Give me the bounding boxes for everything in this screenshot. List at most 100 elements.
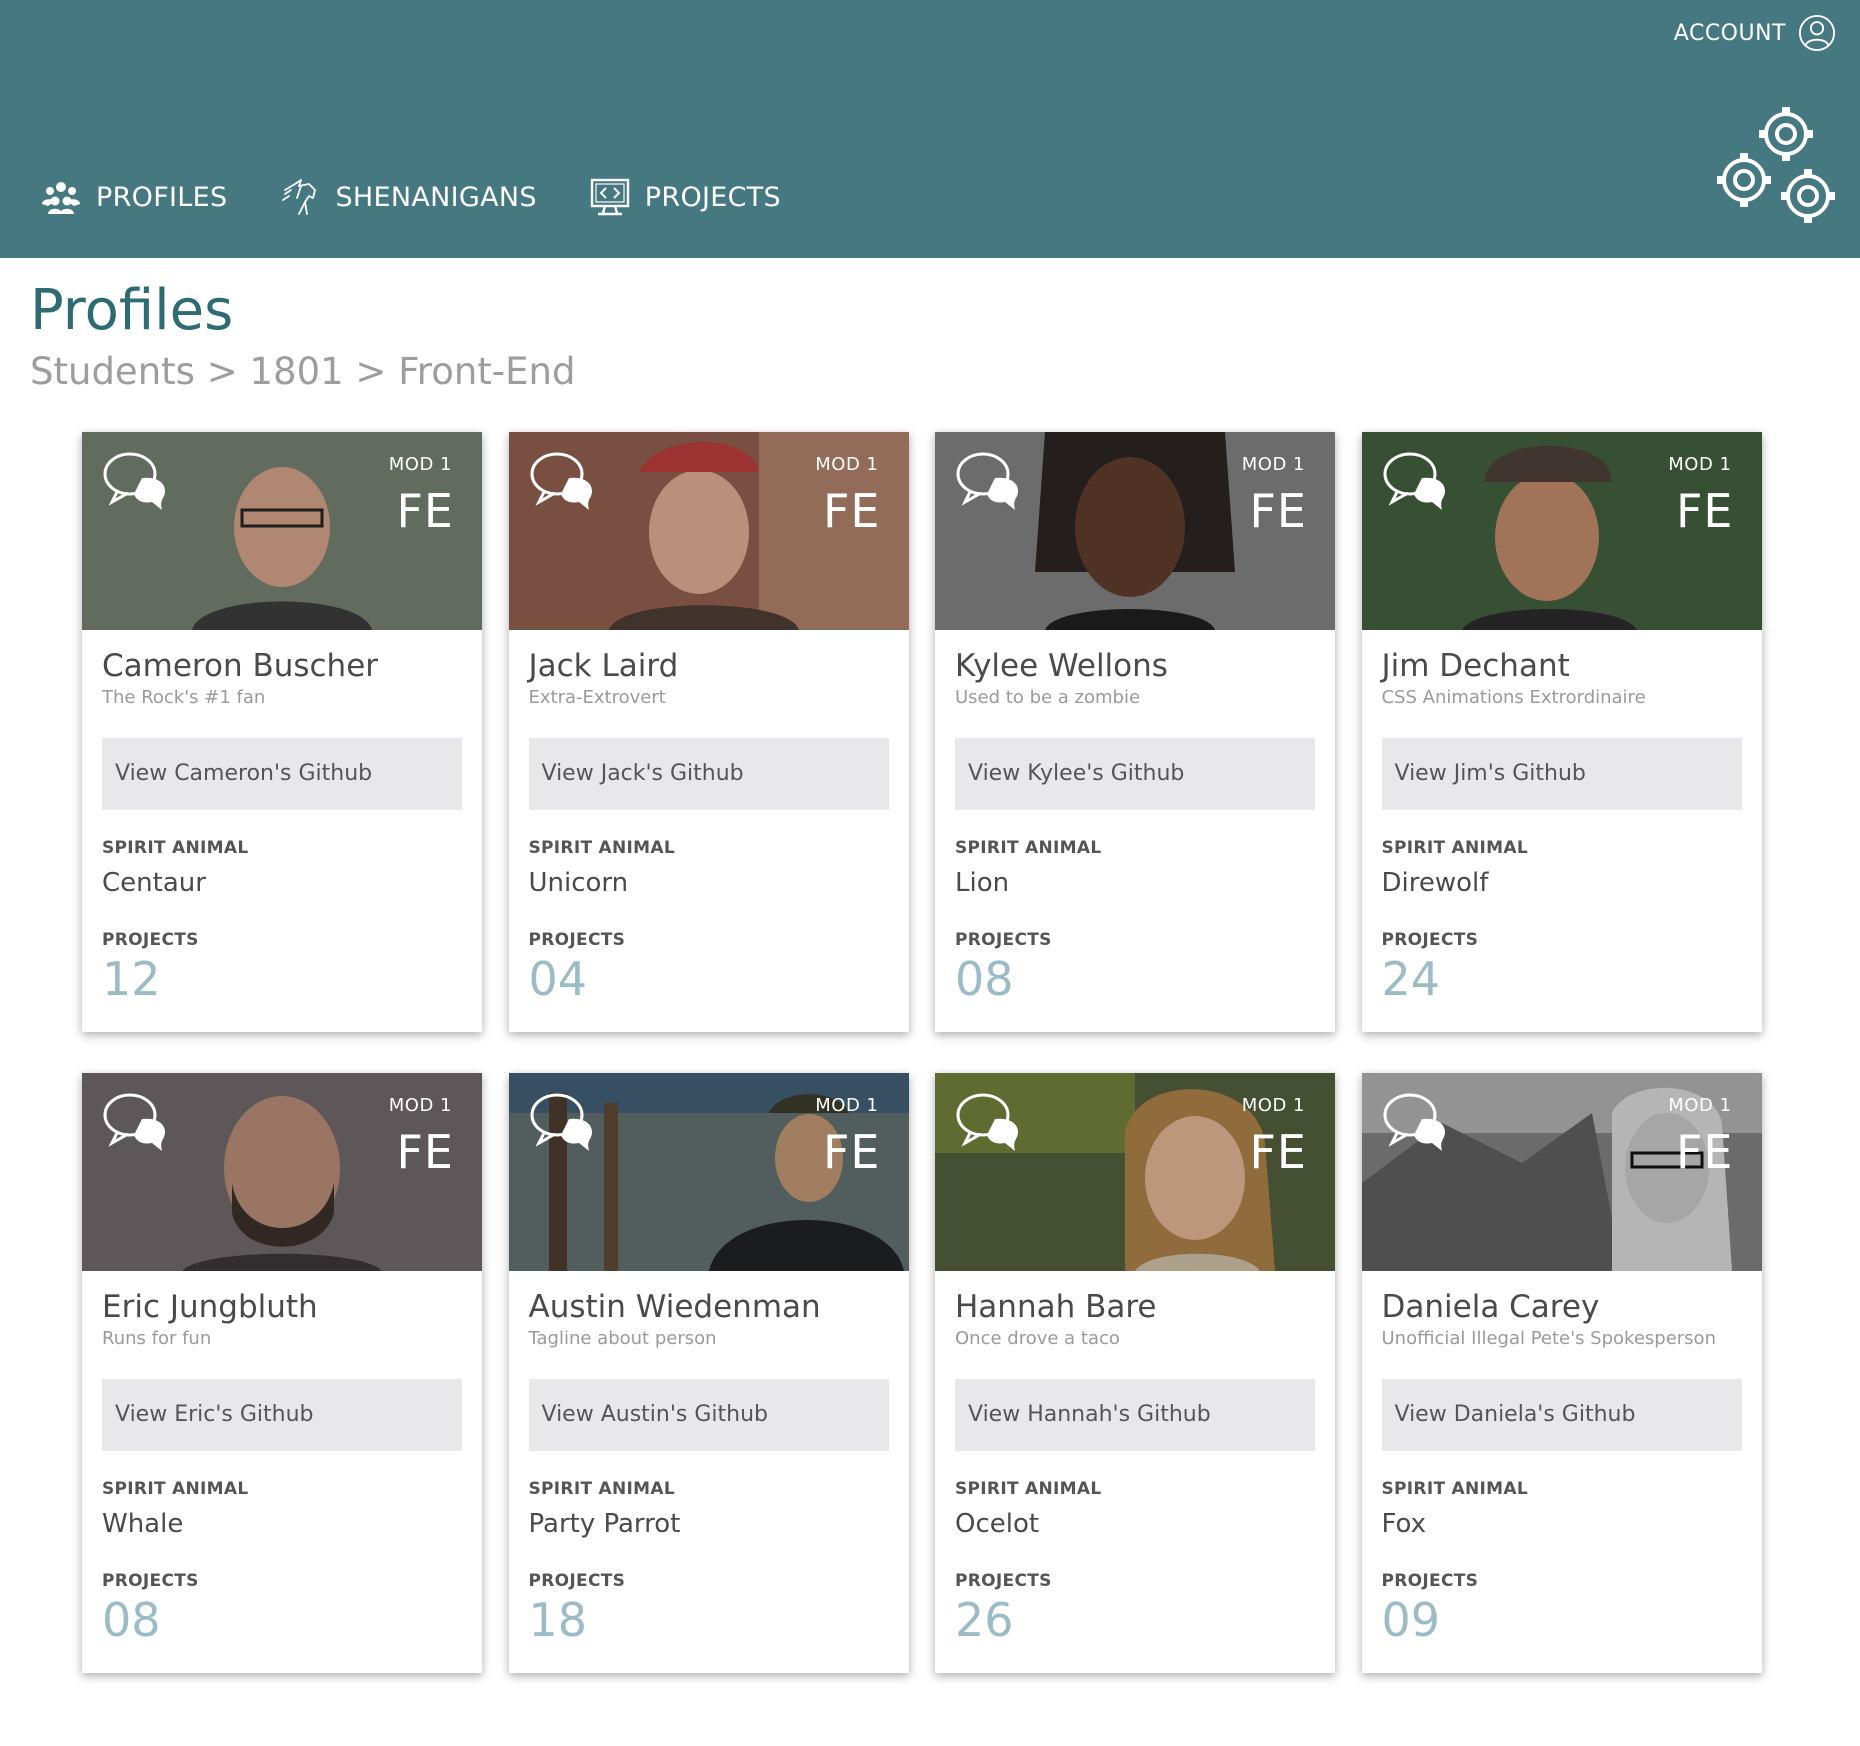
profile-info: Kylee Wellons Used to be a zombie View K… xyxy=(935,630,1335,1002)
nav-shenanigans-label: SHENANIGANS xyxy=(335,181,537,213)
track-badge: FE xyxy=(1249,1125,1307,1179)
breadcrumb-students[interactable]: Students xyxy=(30,350,195,393)
github-button[interactable]: View Cameron's Github xyxy=(102,738,462,811)
main-nav: PROFILES SHENANIGANS PROJECTS xyxy=(40,176,781,218)
module-badge: MOD 1 xyxy=(1241,454,1305,475)
projects-label: PROJECTS xyxy=(528,1571,626,1592)
profile-info: Cameron Buscher The Rock's #1 fan View C… xyxy=(82,630,482,1002)
profile-name: Cameron Buscher xyxy=(102,648,379,684)
projects-count: 04 xyxy=(528,952,588,1007)
account-button[interactable]: ACCOUNT xyxy=(1674,14,1836,52)
people-icon xyxy=(42,182,80,214)
profile-name: Jack Laird xyxy=(528,648,679,684)
track-badge: FE xyxy=(1675,484,1734,538)
nav-projects[interactable]: PROJECTS xyxy=(589,176,781,218)
chat-bubbles-icon[interactable] xyxy=(1382,450,1450,512)
module-badge: MOD 1 xyxy=(1241,1095,1305,1116)
profile-photo: MOD 1 FE xyxy=(935,1073,1335,1271)
projects-count: 26 xyxy=(955,1593,1014,1648)
module-badge: MOD 1 xyxy=(815,454,879,475)
profile-tagline: Extra-Extrovert xyxy=(528,687,666,709)
spirit-animal-label: SPIRIT ANIMAL xyxy=(955,1479,1102,1500)
profile-tagline: Unofficial Illegal Pete's Spokesperson xyxy=(1381,1328,1716,1350)
chat-bubbles-icon[interactable] xyxy=(529,450,597,512)
spirit-animal-value: Party Parrot xyxy=(528,1509,681,1540)
projects-label: PROJECTS xyxy=(955,930,1052,951)
nav-shenanigans[interactable]: SHENANIGANS xyxy=(279,176,536,218)
profile-photo: MOD 1 FE xyxy=(508,1073,909,1271)
profile-card: MOD 1 FE Cameron Buscher The Rock's #1 f… xyxy=(82,432,482,1032)
profile-info: Hannah Bare Once drove a taco View Hanna… xyxy=(935,1271,1335,1643)
profile-info: Daniela Carey Unofficial Illegal Pete's … xyxy=(1362,1271,1762,1643)
github-button[interactable]: View Kylee's Github xyxy=(955,738,1315,811)
projects-label: PROJECTS xyxy=(102,930,199,951)
breadcrumb: Students > 1801 > Front-End xyxy=(30,350,575,393)
spirit-animal-label: SPIRIT ANIMAL xyxy=(1381,838,1528,859)
track-badge: FE xyxy=(822,484,881,538)
module-badge: MOD 1 xyxy=(815,1095,879,1116)
track-badge: FE xyxy=(396,484,454,538)
spirit-animal-value: Ocelot xyxy=(955,1509,1040,1540)
profile-card: MOD 1 FE Kylee Wellons Used to be a zomb… xyxy=(935,432,1335,1032)
profile-photo: MOD 1 FE xyxy=(1361,432,1762,630)
breadcrumb-cohort[interactable]: 1801 xyxy=(249,350,343,393)
profile-name: Austin Wiedenman xyxy=(528,1289,821,1325)
user-circle-icon xyxy=(1798,14,1836,52)
profile-card: MOD 1 FE Daniela Carey Unofficial Illega… xyxy=(1361,1073,1762,1673)
projects-label: PROJECTS xyxy=(1381,930,1479,951)
github-button[interactable]: View Daniela's Github xyxy=(1381,1379,1742,1452)
github-button[interactable]: View Eric's Github xyxy=(102,1379,462,1452)
projects-count: 09 xyxy=(1381,1593,1441,1648)
module-badge: MOD 1 xyxy=(388,1095,452,1116)
projects-count: 12 xyxy=(102,952,161,1007)
github-button[interactable]: View Jack's Github xyxy=(528,738,889,811)
code-monitor-icon xyxy=(590,178,629,216)
profile-card: MOD 1 FE Jack Laird Extra-Extrovert View… xyxy=(508,432,909,1032)
spirit-animal-value: Direwolf xyxy=(1381,868,1489,899)
gears-icon[interactable] xyxy=(1712,102,1840,230)
projects-count: 08 xyxy=(955,952,1014,1007)
chat-bubbles-icon[interactable] xyxy=(955,450,1023,512)
spirit-animal-label: SPIRIT ANIMAL xyxy=(528,1479,675,1500)
module-badge: MOD 1 xyxy=(388,454,452,475)
profile-name: Kylee Wellons xyxy=(955,648,1168,684)
github-button[interactable]: View Hannah's Github xyxy=(955,1379,1315,1452)
projects-label: PROJECTS xyxy=(528,930,626,951)
chat-bubbles-icon[interactable] xyxy=(102,1091,170,1153)
github-button[interactable]: View Austin's Github xyxy=(528,1379,889,1452)
account-label: ACCOUNT xyxy=(1673,20,1786,46)
chat-bubbles-icon[interactable] xyxy=(102,450,170,512)
profile-tagline: CSS Animations Extrordinaire xyxy=(1381,687,1646,709)
profile-photo: MOD 1 FE xyxy=(82,1073,482,1271)
page-title: Profiles xyxy=(30,278,234,343)
breadcrumb-separator: > xyxy=(355,350,387,393)
nav-profiles[interactable]: PROFILES xyxy=(40,176,227,218)
track-badge: FE xyxy=(1249,484,1307,538)
track-badge: FE xyxy=(396,1125,454,1179)
projects-label: PROJECTS xyxy=(102,1571,199,1592)
github-button[interactable]: View Jim's Github xyxy=(1381,738,1742,811)
profile-photo: MOD 1 FE xyxy=(82,432,482,630)
spirit-animal-label: SPIRIT ANIMAL xyxy=(528,838,675,859)
module-badge: MOD 1 xyxy=(1668,454,1732,475)
nav-profiles-label: PROFILES xyxy=(96,181,228,213)
profile-info: Jim Dechant CSS Animations Extrordinaire… xyxy=(1362,630,1762,1002)
profile-card: MOD 1 FE Austin Wiedenman Tagline about … xyxy=(508,1073,909,1673)
chat-bubbles-icon[interactable] xyxy=(529,1091,597,1153)
profile-tagline: The Rock's #1 fan xyxy=(102,687,266,709)
track-badge: FE xyxy=(822,1125,881,1179)
breadcrumb-program: Front-End xyxy=(398,350,576,393)
module-badge: MOD 1 xyxy=(1668,1095,1732,1116)
chat-bubbles-icon[interactable] xyxy=(955,1091,1023,1153)
profile-name: Eric Jungbluth xyxy=(102,1289,318,1325)
spirit-animal-label: SPIRIT ANIMAL xyxy=(955,838,1102,859)
top-header: ACCOUNT PROFILES SHENANIGANS PROJECTS xyxy=(0,0,1860,258)
projects-label: PROJECTS xyxy=(955,1571,1052,1592)
spirit-animal-value: Fox xyxy=(1381,1509,1427,1540)
projects-label: PROJECTS xyxy=(1381,1571,1479,1592)
spirit-animal-label: SPIRIT ANIMAL xyxy=(102,838,249,859)
breadcrumb-separator: > xyxy=(206,350,238,393)
spirit-animal-label: SPIRIT ANIMAL xyxy=(1381,1479,1528,1500)
profile-photo: MOD 1 FE xyxy=(1361,1073,1762,1271)
chat-bubbles-icon[interactable] xyxy=(1382,1091,1450,1153)
